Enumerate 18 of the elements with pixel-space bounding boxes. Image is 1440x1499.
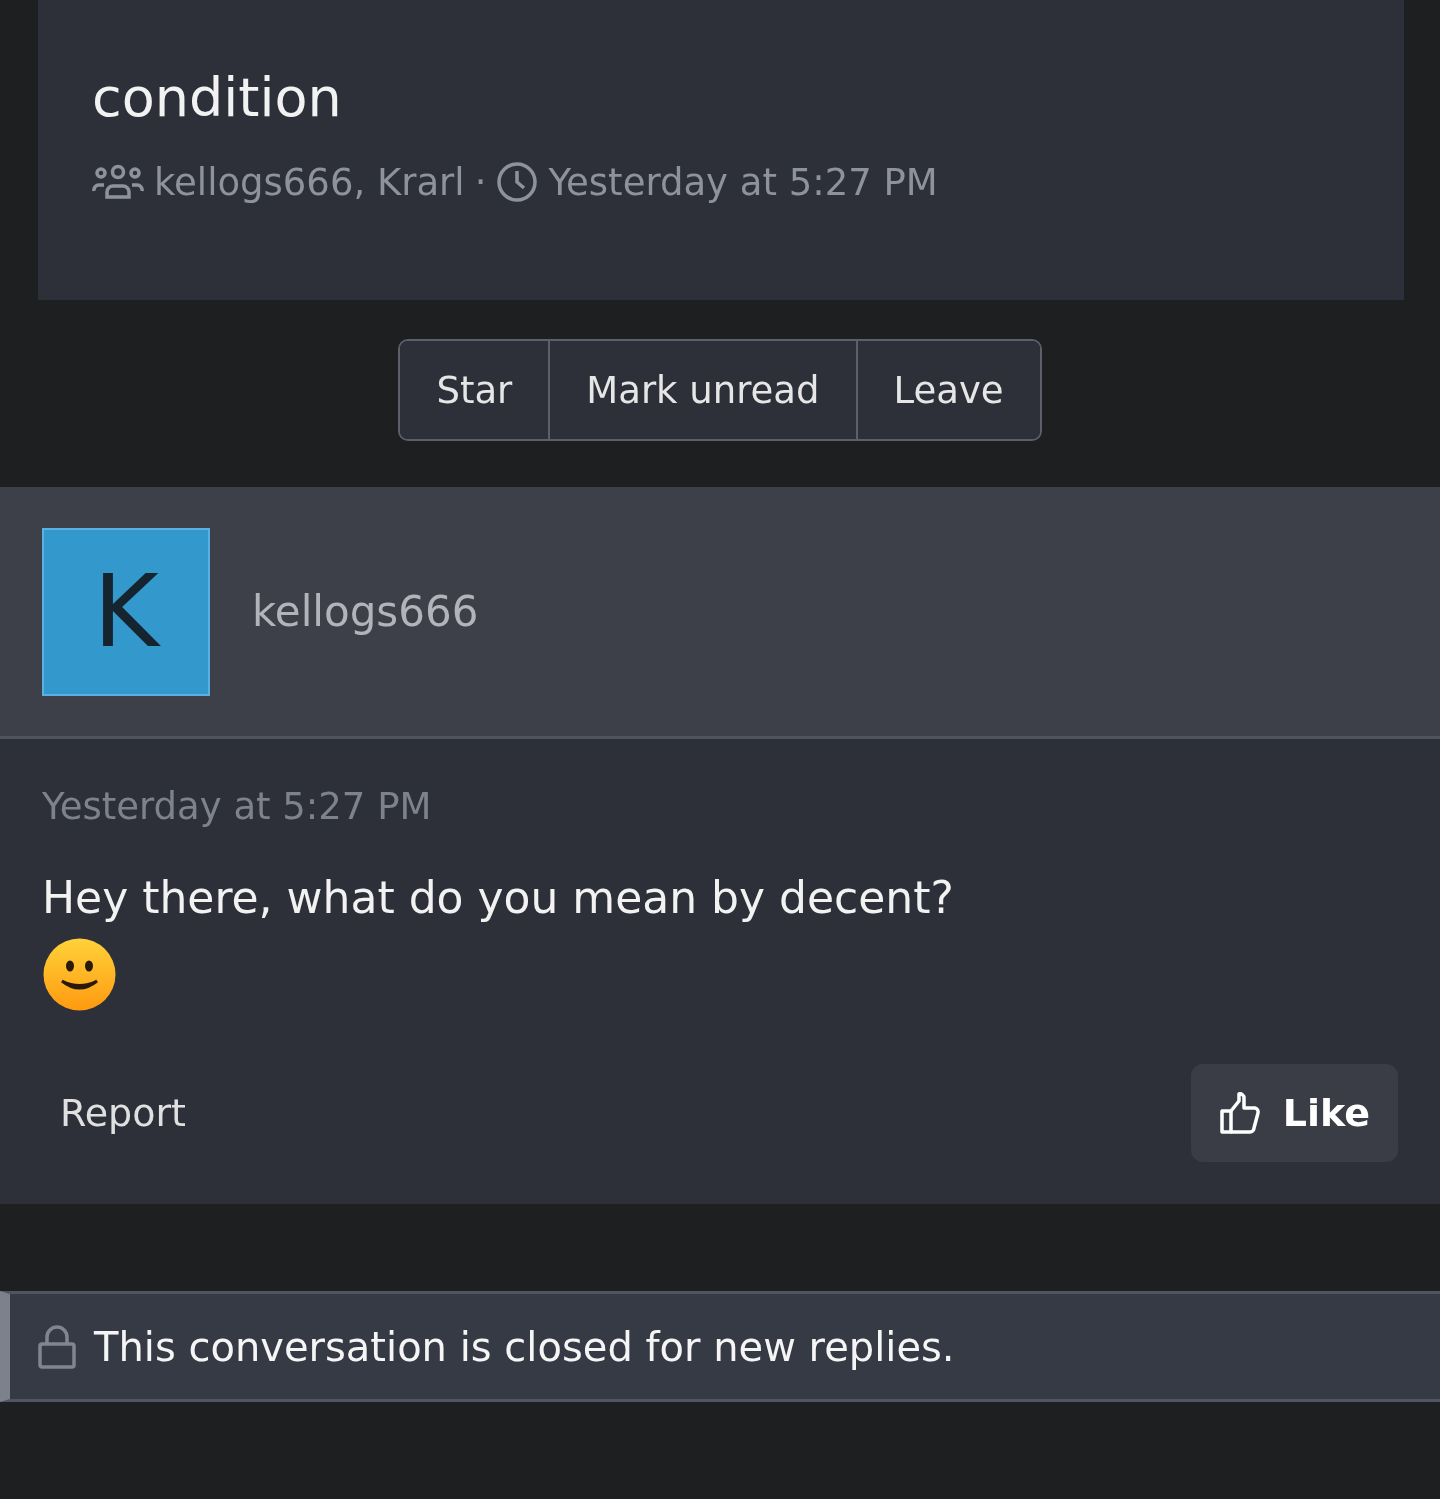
clock-icon bbox=[496, 161, 539, 204]
conversation-title: condition bbox=[92, 66, 343, 131]
avatar[interactable]: K bbox=[42, 527, 210, 696]
lock-icon bbox=[38, 1324, 76, 1369]
users-icon bbox=[92, 164, 144, 201]
separator-dot: · bbox=[474, 160, 487, 204]
smile-emoji-icon bbox=[42, 937, 117, 1012]
thumbs-up-icon bbox=[1218, 1091, 1261, 1135]
report-link[interactable]: Report bbox=[60, 1091, 186, 1135]
like-button[interactable]: Like bbox=[1190, 1064, 1398, 1162]
author-name[interactable]: kellogs666 bbox=[252, 587, 479, 636]
action-button[interactable]: Star bbox=[400, 341, 549, 439]
message-text: Hey there, what do you mean by decent? bbox=[42, 872, 955, 923]
participants[interactable]: kellogs666, Krarl bbox=[154, 160, 465, 204]
action-button[interactable]: Mark unread bbox=[548, 341, 856, 439]
start-time: Yesterday at 5:27 PM bbox=[548, 160, 938, 204]
notice-text: This conversation is closed for new replies. bbox=[94, 1323, 955, 1370]
action-button[interactable]: Leave bbox=[855, 341, 1040, 439]
